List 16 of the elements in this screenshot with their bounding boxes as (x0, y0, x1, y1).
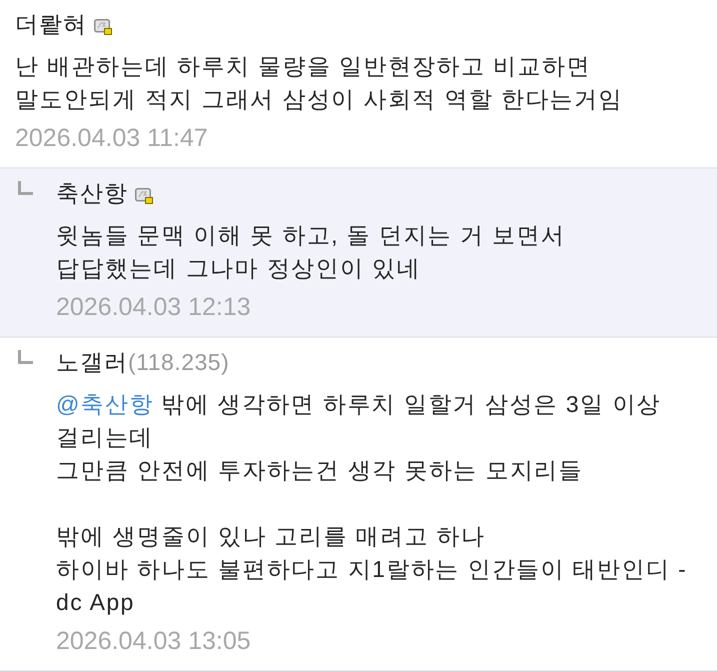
author-ip: (118.235) (128, 348, 230, 377)
reply-corner-icon (18, 181, 33, 195)
reply-corner-icon (18, 350, 33, 364)
comment-text: @축산항 밖에 생각하면 하루치 일할거 삼성은 3일 이상 걸리는데 그만큼 안전에 투자하는건 생각 못하는 모지리들 (56, 390, 662, 485)
nickname-badge-icon (94, 18, 112, 34)
comment-text: 난 배관하는데 하루치 물량을 일반현장하고 비교하면 말도안되게 적지 그래서 삼성이 사회적 역할 한다는거임 (15, 52, 623, 114)
author-name[interactable]: 축산항 (56, 177, 128, 210)
comment-text: 윗놈들 문맥 이해 못 하고, 돌 던지는 거 보면서 답답했는데 그나마 정상인이 있네 (56, 221, 566, 283)
mention-link[interactable]: @축산항 (56, 391, 154, 417)
comment-date: 2026.04.03 12:13 (56, 292, 252, 323)
nickname-badge-icon (135, 188, 153, 204)
author-name[interactable]: 노갤러 (56, 346, 128, 379)
comment-text: 밖에 생명줄이 있나 고리를 매려고 하나 하이바 하나도 불편하다고 지1랄하는 인간들이 태반인디 - dc App (56, 522, 688, 617)
comment-date: 2026.04.03 11:47 (15, 123, 209, 154)
author-name[interactable]: 더뢑혀 (15, 8, 87, 41)
comment-date: 2026.04.03 13:05 (56, 626, 252, 657)
